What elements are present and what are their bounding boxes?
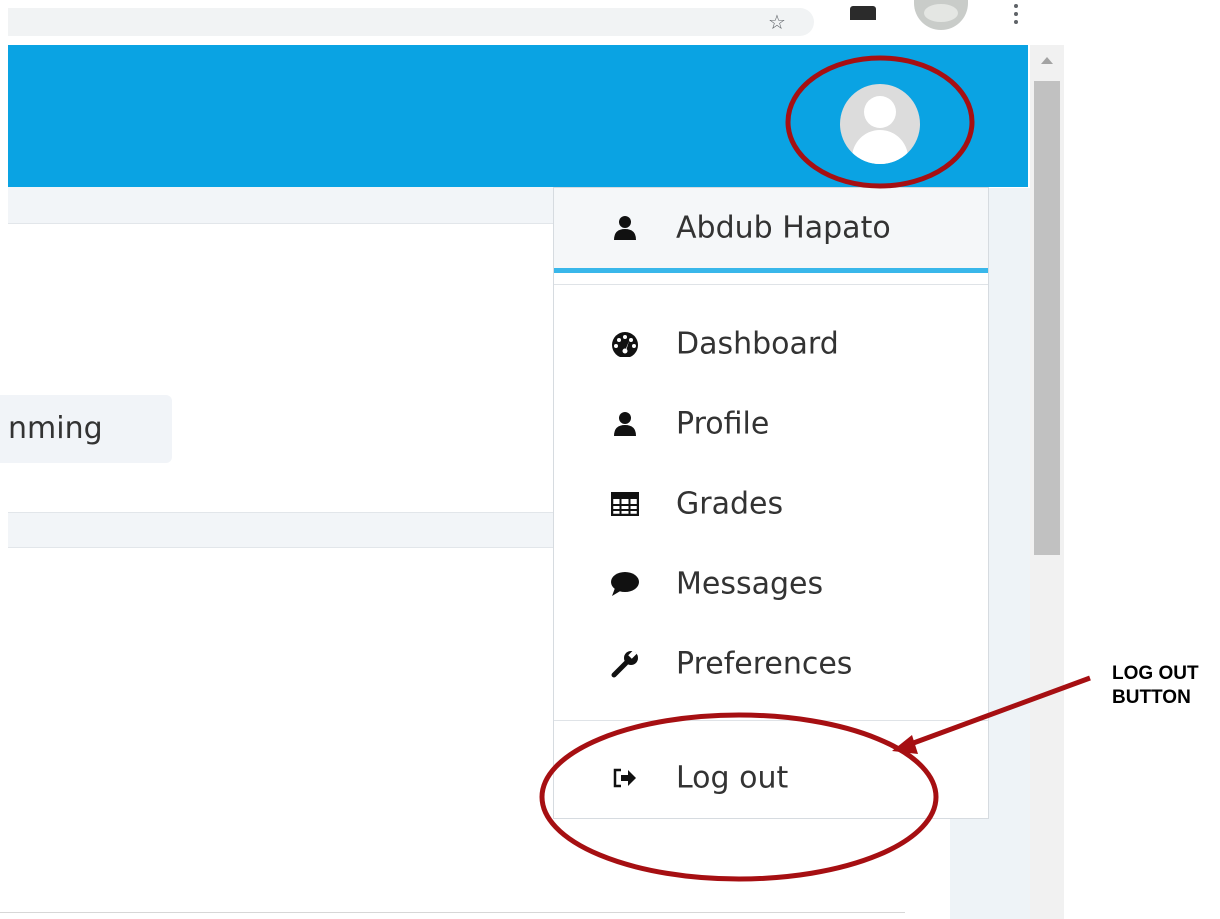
menu-item-label: Preferences — [676, 646, 853, 682]
content-bottom-border — [0, 912, 905, 913]
table-icon — [610, 489, 640, 519]
menu-item-logout[interactable]: Log out — [554, 738, 988, 818]
browser-profile-avatar[interactable] — [914, 0, 968, 30]
menu-user-name: Abdub Hapato — [676, 210, 891, 246]
course-category-text: nming — [8, 411, 103, 446]
dashboard-icon — [610, 329, 640, 359]
menu-divider — [554, 284, 988, 285]
course-category-chip[interactable]: nming — [0, 395, 172, 463]
menu-item-dashboard[interactable]: Dashboard — [554, 304, 988, 384]
browser-toolbar: ☆ — [0, 0, 1220, 45]
extension-icon[interactable] — [850, 6, 876, 20]
browser-menu-icon[interactable] — [1014, 4, 1018, 28]
menu-item-grades[interactable]: Grades — [554, 464, 988, 544]
comment-icon — [610, 569, 640, 599]
callout-line-1: LOG OUT — [1112, 663, 1199, 684]
menu-item-profile[interactable]: Profile — [554, 384, 988, 464]
callout-line-2: BUTTON — [1112, 687, 1191, 708]
avatar-body — [852, 130, 908, 164]
menu-item-label: Profile — [676, 406, 770, 442]
menu-item-label: Grades — [676, 486, 784, 522]
section-divider-bar — [8, 512, 553, 548]
menu-item-preferences[interactable]: Preferences — [554, 624, 988, 704]
menu-user-name-item[interactable]: Abdub Hapato — [554, 188, 988, 273]
avatar-head — [864, 96, 896, 128]
menu-item-label: Messages — [676, 566, 824, 602]
page-header-strip — [8, 187, 553, 224]
sign-out-icon — [610, 763, 640, 793]
scroll-up-arrow-icon[interactable] — [1041, 57, 1053, 64]
user-icon — [610, 213, 640, 243]
user-avatar-button[interactable] — [840, 84, 920, 164]
menu-item-messages[interactable]: Messages — [554, 544, 988, 624]
bookmark-star-icon[interactable]: ☆ — [768, 10, 786, 34]
scroll-thumb[interactable] — [1034, 81, 1060, 555]
wrench-icon — [610, 649, 640, 679]
logout-callout-label: LOG OUT BUTTON — [1112, 662, 1199, 710]
user-icon — [610, 409, 640, 439]
user-dropdown-menu: Abdub Hapato Dashboard Profile Grades Me… — [553, 187, 989, 819]
address-bar[interactable]: ☆ — [8, 8, 814, 36]
menu-item-label: Dashboard — [676, 326, 839, 362]
page-scrollbar[interactable] — [1030, 45, 1064, 919]
logout-label: Log out — [676, 760, 789, 796]
menu-divider — [554, 720, 988, 721]
